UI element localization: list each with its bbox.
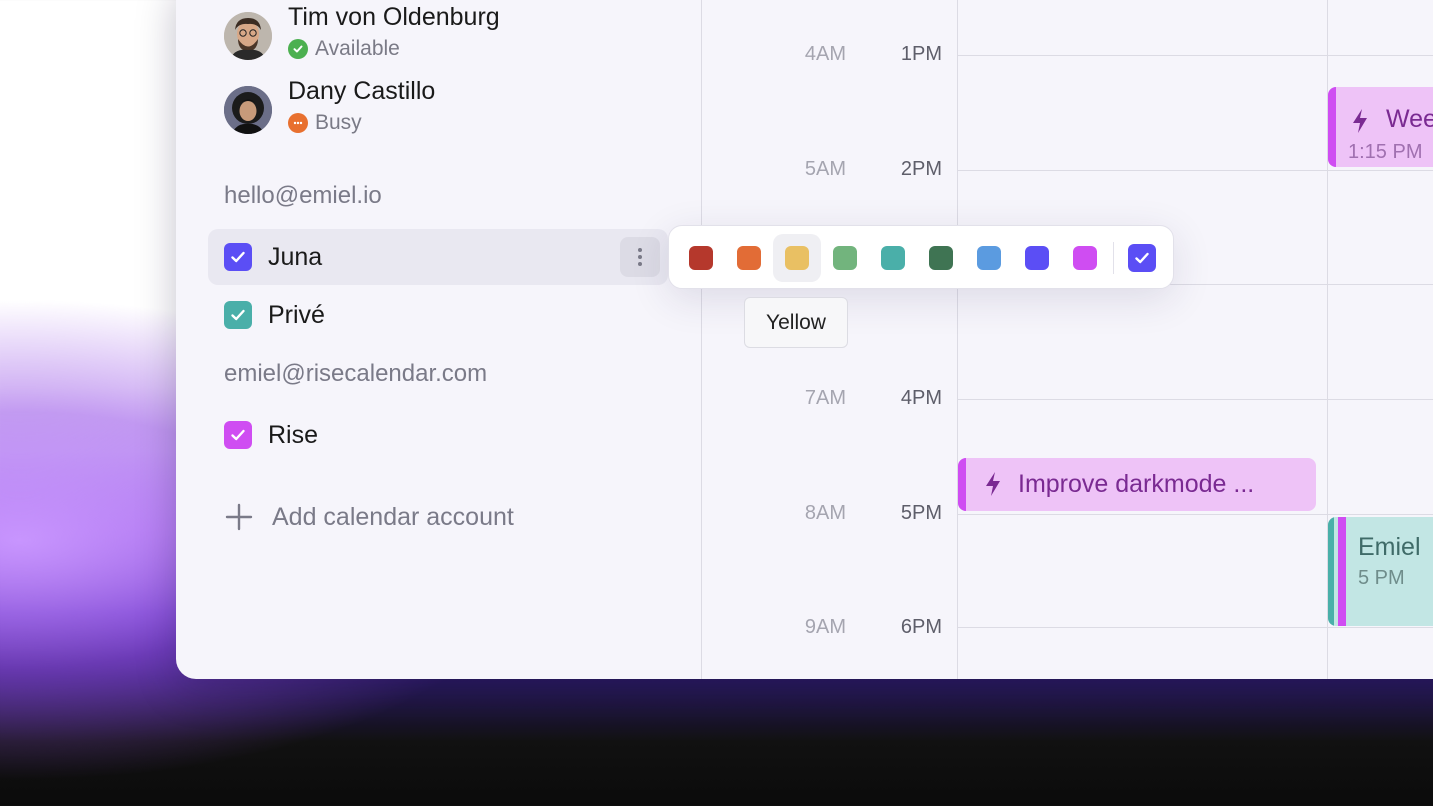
event-title: Emiel xyxy=(1358,533,1421,561)
hour-line xyxy=(958,55,1433,56)
lightning-icon xyxy=(1353,109,1367,133)
divider xyxy=(1113,242,1114,274)
check-circle-icon xyxy=(288,39,308,59)
calendar-row-prive[interactable]: Privé xyxy=(208,287,668,343)
calendar-row-rise[interactable]: Rise xyxy=(208,407,668,463)
checkbox[interactable] xyxy=(224,301,252,329)
event-time: 1:15 PM xyxy=(1348,141,1423,163)
hour-line xyxy=(958,514,1433,515)
event-card[interactable]: Emiel 5 PM xyxy=(1328,517,1433,626)
time-label: 9AM xyxy=(804,616,846,638)
swatch-green[interactable] xyxy=(821,234,869,282)
swatch-red[interactable] xyxy=(677,234,725,282)
swatch-indigo[interactable] xyxy=(1013,234,1061,282)
event-time: 5 PM xyxy=(1358,567,1405,589)
hour-line xyxy=(958,399,1433,400)
vertical-dots-icon xyxy=(638,248,642,266)
person-status: Busy xyxy=(288,110,435,136)
hour-line xyxy=(958,170,1433,171)
swatch-orange[interactable] xyxy=(725,234,773,282)
person-name: Dany Castillo xyxy=(288,77,436,105)
color-picker-popover xyxy=(668,225,1174,289)
person-tim[interactable]: Tim von Oldenburg Available xyxy=(224,2,500,62)
calendar-name: Juna xyxy=(268,242,323,271)
calendar-row-juna[interactable]: Juna xyxy=(208,229,668,285)
time-label: 2PM xyxy=(900,158,942,180)
event-card[interactable]: Wee 1:15 PM xyxy=(1328,87,1433,167)
time-label: 1PM xyxy=(900,43,942,65)
add-account-label: Add calendar account xyxy=(272,502,514,531)
add-calendar-account-button[interactable]: Add calendar account xyxy=(224,502,514,532)
checkbox[interactable] xyxy=(224,243,252,271)
time-label: 5PM xyxy=(900,502,942,524)
person-name: Tim von Oldenburg xyxy=(288,3,500,31)
status-label: Busy xyxy=(315,111,362,134)
swatch-dark-green[interactable] xyxy=(917,234,965,282)
time-label: 8AM xyxy=(804,502,846,524)
event-card[interactable]: Improve darkmode ... xyxy=(958,458,1316,511)
account-email: hello@emiel.io xyxy=(224,182,382,209)
person-dany[interactable]: Dany Castillo Busy xyxy=(224,76,435,136)
plus-icon xyxy=(225,503,253,531)
divider xyxy=(701,0,702,679)
lightning-icon xyxy=(986,472,1000,496)
swatch-magenta[interactable] xyxy=(1061,234,1109,282)
sidebar: Tim von Oldenburg Available Dany Castill… xyxy=(176,0,701,679)
calendar-name: Rise xyxy=(268,420,319,449)
avatar xyxy=(224,86,272,134)
event-title: Improve darkmode ... xyxy=(1018,470,1255,498)
hour-line xyxy=(958,627,1433,628)
swatch-yellow[interactable] xyxy=(773,234,821,282)
swatch-blue[interactable] xyxy=(965,234,1013,282)
time-label: 7AM xyxy=(804,387,846,409)
time-label: 6PM xyxy=(900,616,942,638)
chat-bubble-icon xyxy=(288,113,308,133)
color-tooltip: Yellow xyxy=(744,297,848,348)
selected-color-swatch[interactable] xyxy=(1118,234,1166,282)
avatar xyxy=(224,12,272,60)
status-label: Available xyxy=(315,37,400,60)
event-title: Wee xyxy=(1386,105,1433,133)
time-label: 5AM xyxy=(804,158,846,180)
time-label: 4PM xyxy=(900,387,942,409)
calendar-name: Privé xyxy=(268,300,325,329)
divider xyxy=(957,0,958,679)
person-status: Available xyxy=(288,36,500,62)
time-label: 4AM xyxy=(804,43,846,65)
more-options-button[interactable] xyxy=(620,237,660,277)
checkbox[interactable] xyxy=(224,421,252,449)
account-email: emiel@risecalendar.com xyxy=(224,360,488,387)
check-icon xyxy=(1135,252,1149,264)
swatch-teal[interactable] xyxy=(869,234,917,282)
